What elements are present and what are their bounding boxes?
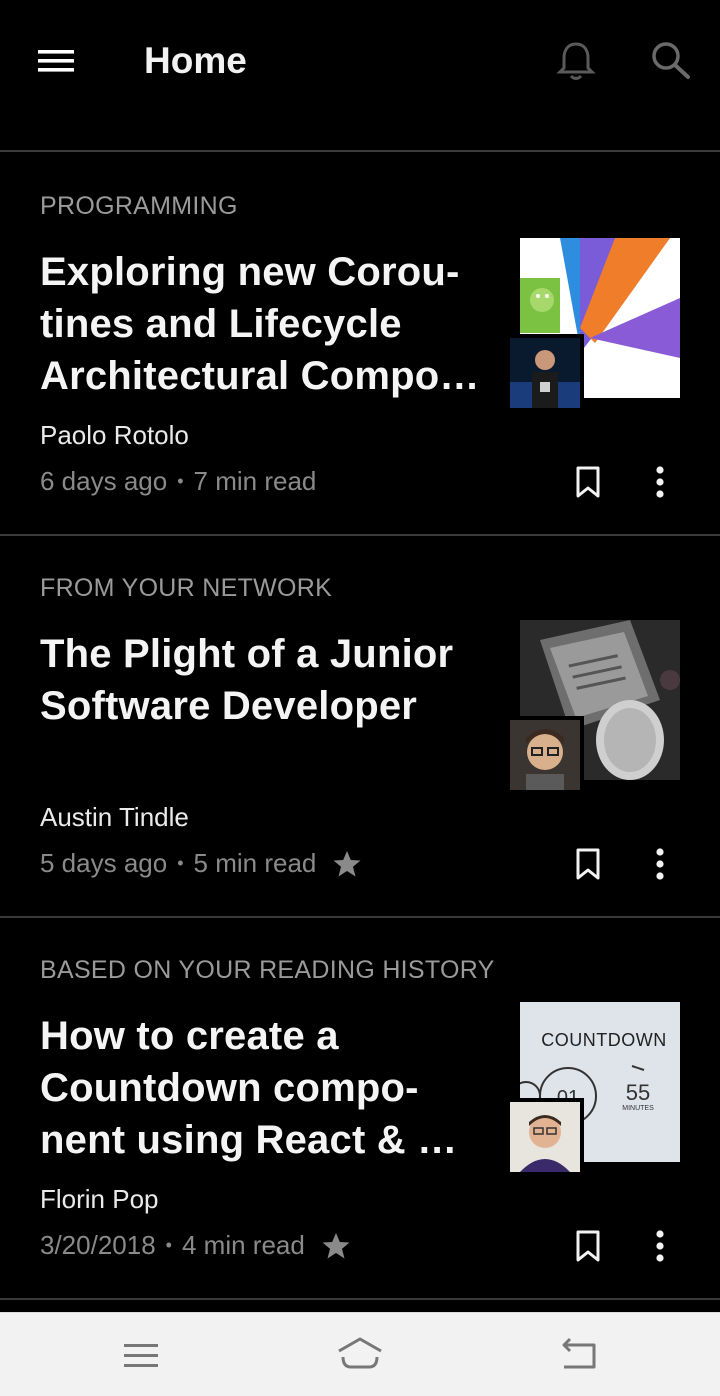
bell-icon[interactable] [556,40,596,82]
author-avatar[interactable] [506,716,584,794]
article-category: PROGRAMMING [40,192,238,220]
article-card[interactable]: BASED ON YOUR READING HISTORY How to cre… [0,918,720,1300]
article-category: BASED ON YOUR READING HISTORY [40,956,495,984]
article-author[interactable]: Austin Tindle [40,802,189,833]
separator-dot: • [177,853,184,873]
article-date: 5 days ago [40,848,168,878]
search-icon[interactable] [650,40,692,80]
thumbnail-right-number: 55 [626,1080,650,1105]
article-meta: 6 days ago • 7 min read [40,466,316,497]
article-title[interactable]: Exploring new Corou-tines and Lifecycle … [40,246,500,402]
star-icon [333,850,361,876]
bookmark-icon[interactable] [570,464,606,500]
author-avatar[interactable] [506,1098,584,1176]
recents-icon[interactable] [116,1333,166,1377]
system-navigation-bar [0,1312,720,1396]
back-icon[interactable] [554,1333,604,1377]
article-card[interactable]: PROGRAMMING Exploring new Corou-tines an… [0,154,720,536]
article-feed: PROGRAMMING Exploring new Corou-tines an… [0,154,720,1300]
page-title: Home [144,40,247,81]
thumbnail-right-unit: MINUTES [622,1105,654,1112]
article-author[interactable]: Florin Pop [40,1184,159,1215]
article-date: 3/20/2018 [40,1230,156,1260]
app-bar: Home [0,0,720,152]
article-category: FROM YOUR NETWORK [40,574,333,602]
article-author[interactable]: Paolo Rotolo [40,420,189,451]
article-title[interactable]: How to create a Countdown compo-nent usi… [40,1010,500,1166]
bookmark-icon[interactable] [570,846,606,882]
more-options-icon[interactable] [644,1228,676,1264]
article-meta: 3/20/2018 • 4 min read [40,1230,351,1261]
more-options-icon[interactable] [644,846,676,882]
article-date: 6 days ago [40,466,168,496]
article-title[interactable]: The Plight of a Junior Software Develope… [40,628,500,732]
star-icon [322,1232,350,1258]
article-read-time: 7 min read [193,466,317,496]
separator-dot: • [165,1235,172,1255]
bookmark-icon[interactable] [570,1228,606,1264]
article-read-time: 4 min read [181,1230,305,1260]
article-read-time: 5 min read [193,848,317,878]
thumbnail-heading: COUNTDOWN [541,1030,666,1050]
author-avatar[interactable] [506,334,584,412]
separator-dot: • [177,471,184,491]
more-options-icon[interactable] [644,464,676,500]
menu-icon[interactable] [36,44,76,78]
home-icon[interactable] [335,1333,385,1377]
article-meta: 5 days ago • 5 min read [40,848,362,879]
article-card[interactable]: FROM YOUR NETWORK The Plight of a Junior… [0,536,720,918]
